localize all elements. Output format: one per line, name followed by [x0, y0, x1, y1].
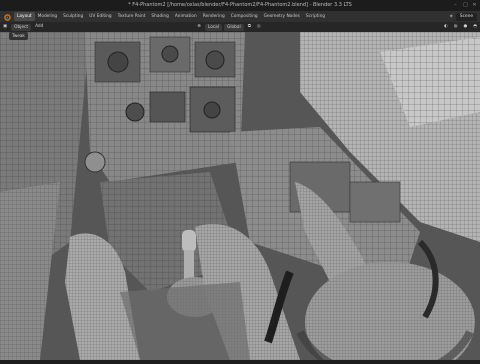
add-menu[interactable]: Add: [32, 22, 46, 32]
tab-layout[interactable]: Layout: [14, 12, 35, 21]
tab-texture-paint[interactable]: Texture Paint: [115, 12, 149, 21]
tab-uv-editing[interactable]: UV Editing: [86, 12, 114, 21]
editor-type-icon[interactable]: ▣: [0, 22, 10, 32]
3d-viewport[interactable]: [0, 32, 480, 364]
tab-modeling[interactable]: Modeling: [35, 12, 61, 21]
tab-geometry-nodes[interactable]: Geometry Nodes: [261, 12, 303, 21]
minimize-icon[interactable]: –: [451, 0, 460, 11]
global-orientation-dropdown[interactable]: Global: [224, 23, 244, 31]
tab-compositing[interactable]: Compositing: [228, 12, 261, 21]
drag-tool-icon[interactable]: ⬚: [3, 32, 7, 40]
workspace-bar: Layout Modeling Sculpting UV Editing Tex…: [0, 11, 480, 22]
tab-scripting[interactable]: Scripting: [303, 12, 328, 21]
overlays-icon[interactable]: ◐: [441, 22, 451, 32]
viewport-header: ▣ Object Add ⊕ Local Global ⧉ ◎ ◐ ◍ ● ◓: [0, 22, 480, 32]
snap-icon[interactable]: ⧉: [245, 22, 254, 32]
shading-solid-icon[interactable]: ●: [461, 22, 471, 32]
tab-sculpting[interactable]: Sculpting: [60, 12, 86, 21]
tab-shading[interactable]: Shading: [148, 12, 171, 21]
close-icon[interactable]: ✕: [470, 0, 479, 11]
tab-rendering[interactable]: Rendering: [200, 12, 228, 21]
shading-wire-icon[interactable]: ◍: [451, 22, 461, 32]
viewport-subheader: ⬚ Tweak: [0, 32, 43, 40]
maximize-icon[interactable]: □: [461, 0, 470, 11]
shading-material-icon[interactable]: ◓: [470, 22, 480, 32]
local-orientation-dropdown[interactable]: Local: [204, 23, 223, 31]
scene-icon[interactable]: ◈: [450, 11, 453, 22]
transform-orientation-icon[interactable]: ⊕: [194, 22, 204, 32]
window-title: * F4-Phantom2 [/home/oxlas/blender/F4-Ph…: [128, 2, 352, 8]
tab-animation[interactable]: Animation: [172, 12, 200, 21]
proportional-edit-icon[interactable]: ◎: [254, 22, 264, 32]
scene-selector[interactable]: Scene: [455, 12, 477, 21]
title-bar: * F4-Phantom2 [/home/oxlas/blender/F4-Ph…: [0, 0, 480, 11]
object-menu[interactable]: Object: [11, 23, 32, 31]
viewport-render: [0, 32, 480, 364]
blender-logo-icon[interactable]: [2, 12, 11, 21]
drag-mode-label[interactable]: Tweak: [8, 32, 28, 40]
